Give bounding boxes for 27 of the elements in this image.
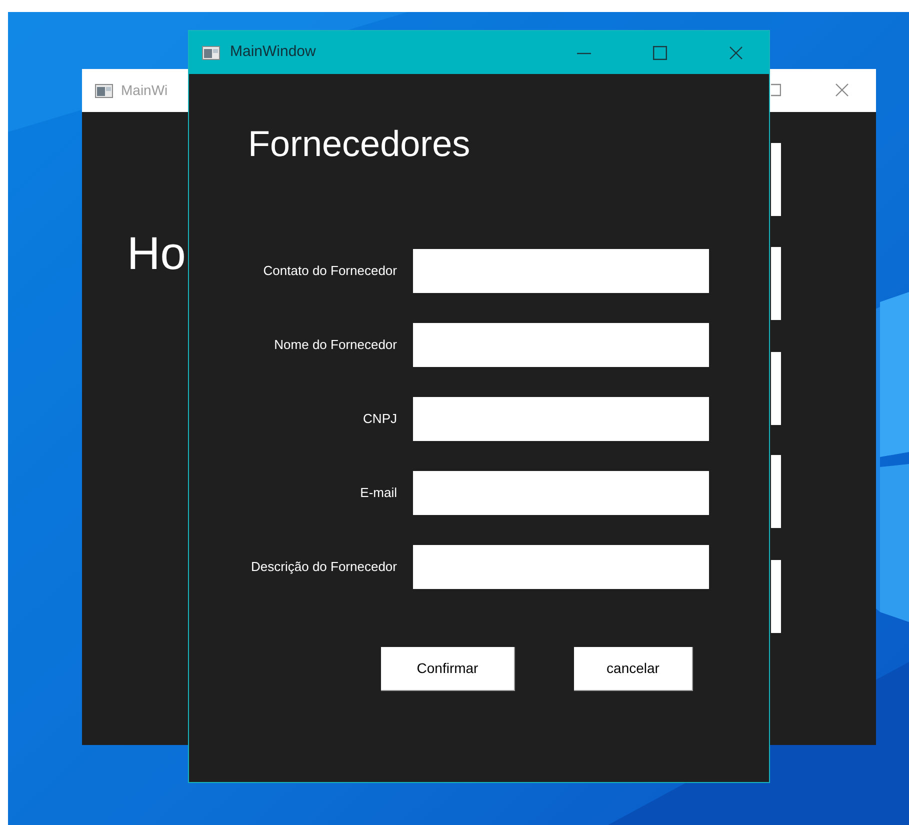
field-label: Descrição do Fornecedor bbox=[250, 558, 397, 576]
button[interactable] bbox=[771, 455, 781, 528]
dialog-button[interactable]: Confirmar bbox=[381, 647, 515, 691]
field-label: E-mail bbox=[359, 484, 397, 502]
input-field[interactable] bbox=[413, 323, 709, 367]
button[interactable] bbox=[771, 247, 781, 320]
field-label: CNPJ bbox=[362, 410, 397, 428]
window-title: MainWindow bbox=[230, 42, 316, 62]
dialog-button[interactable]: cancelar bbox=[574, 647, 693, 691]
input-field[interactable] bbox=[413, 249, 709, 293]
page-heading: Fornecedores bbox=[248, 126, 472, 162]
button[interactable] bbox=[771, 143, 781, 216]
input-field[interactable] bbox=[413, 471, 709, 515]
heading: Ho bbox=[127, 230, 186, 276]
close-icon[interactable] bbox=[835, 83, 849, 97]
close-icon[interactable] bbox=[729, 46, 743, 60]
app-icon bbox=[95, 84, 113, 98]
maximize-icon[interactable] bbox=[653, 46, 667, 60]
button[interactable] bbox=[771, 560, 781, 633]
field-label: Nome do Fornecedor bbox=[273, 336, 397, 354]
input-field[interactable] bbox=[413, 545, 709, 589]
field-label: Contato do Fornecedor bbox=[262, 262, 397, 280]
input-field[interactable] bbox=[413, 397, 709, 441]
maximize-icon[interactable] bbox=[771, 83, 781, 97]
button[interactable] bbox=[771, 352, 781, 425]
window-title: MainWi bbox=[121, 81, 168, 100]
app-icon bbox=[202, 46, 220, 60]
